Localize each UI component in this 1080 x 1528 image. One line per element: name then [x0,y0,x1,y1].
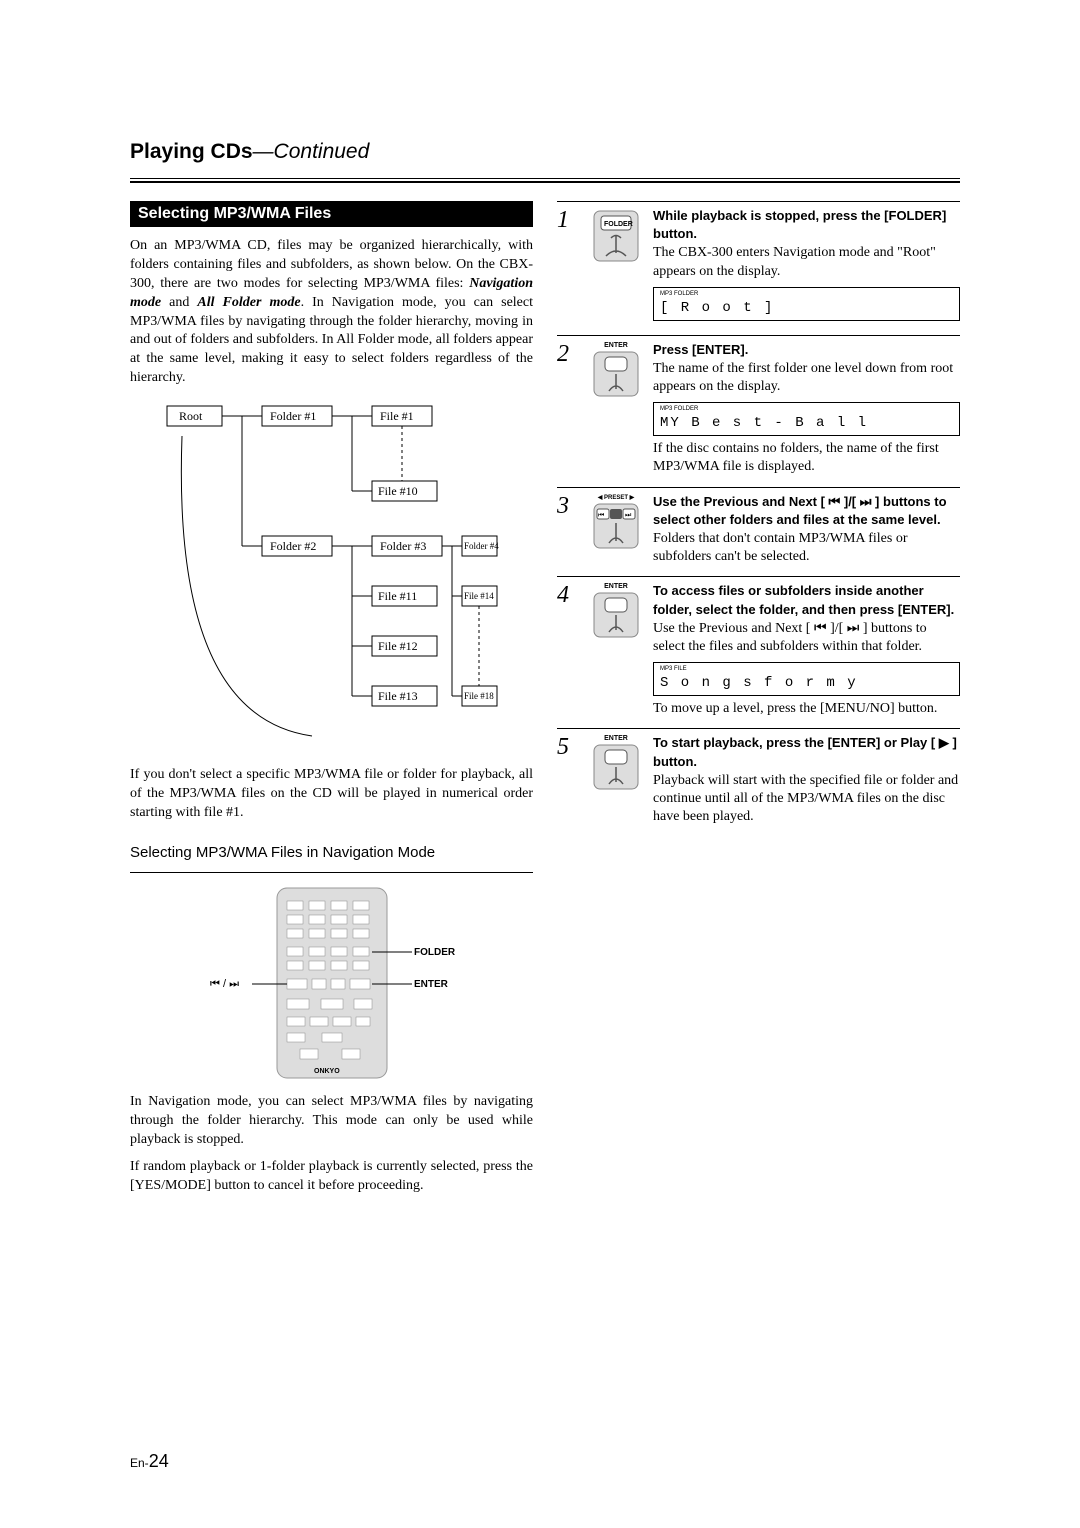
nav-para-2: If random playback or 1-folder playback … [130,1158,533,1196]
reverse-heading: Selecting MP3/WMA Files [130,201,533,227]
folder-button-icon: FOLDER [589,208,643,325]
title-main: Playing CDs [130,140,253,163]
step-bold: Press [ENTER]. [653,342,748,357]
step-number: 1 [557,208,579,325]
svg-text:⏮: ⏮ [598,511,604,519]
step-body: Use the Previous and Next [ ⏮ ]/[ ⏭ ] bu… [653,621,927,654]
svg-text:⏭: ⏭ [625,511,632,519]
nav-para-1: In Navigation mode, you can select MP3/W… [130,1093,533,1150]
folder-tree-diagram: .box{fill:#fff;stroke:#000;stroke-width:… [162,396,502,756]
prev-next-buttons-icon: ◀ PRESET ▶ ⏮ ⏭ [589,494,643,567]
step-body: Folders that don't contain MP3/WMA files… [653,531,908,564]
step-after: If the disc contains no folders, the nam… [653,441,939,474]
lcd-display: MP3 FOLDER MY B e s t - B a l l [653,402,960,436]
svg-text:Folder #1: Folder #1 [270,409,316,423]
enter-button-icon: ENTER [589,342,643,477]
step-bold: Use the Previous and Next [ ⏮ ]/[ ⏭ ] bu… [653,494,947,527]
svg-text:FOLDER: FOLDER [414,947,456,958]
step-number: 3 [557,494,579,567]
lcd-display: MP3 FILE S o n g s f o r m y [653,662,960,696]
step-bold: To start playback, press the [ENTER] or … [653,735,957,768]
step-number: 2 [557,342,579,477]
lcd-display: MP3 FOLDER [ R o o t ] [653,287,960,321]
step-bold: While playback is stopped, press the [FO… [653,208,946,241]
svg-text:File #10: File #10 [378,484,418,498]
remote-diagram: ONKYO ⏮ / ⏭ FOLDER ENTER [182,883,482,1083]
svg-text:⏮ / ⏭: ⏮ / ⏭ [210,978,239,990]
post-tree-paragraph: If you don't select a specific MP3/WMA f… [130,766,533,823]
step-number: 5 [557,735,579,826]
step-body: The CBX-300 enters Navigation mode and "… [653,245,936,278]
step-list: 1 FOLDER While playback is stopped, pres… [557,201,960,836]
svg-text:Folder #3: Folder #3 [380,539,426,553]
svg-text:File #12: File #12 [378,639,418,653]
intro-paragraph: On an MP3/WMA CD, files may be organized… [130,237,533,388]
step-number: 4 [557,583,579,718]
svg-text:ENTER: ENTER [414,979,449,990]
step-5: 5 ENTER To start playback, press the [EN… [557,729,960,836]
title-continued: —Continued [253,140,370,163]
step-2: 2 ENTER Press [ENTER]. The name of the f… [557,336,960,488]
svg-text:ONKYO: ONKYO [314,1068,340,1075]
enter-button-icon: ENTER [589,583,643,718]
step-body: Playback will start with the specified f… [653,773,958,824]
page-title: Playing CDs—Continued [130,140,960,164]
step-3: 3 ◀ PRESET ▶ ⏮ ⏭ [557,488,960,578]
svg-text:Folder #4: Folder #4 [464,541,499,551]
enter-button-icon: ENTER [589,735,643,826]
svg-text:FOLDER: FOLDER [604,221,633,228]
svg-text:File #18: File #18 [464,691,494,701]
svg-text:File #13: File #13 [378,689,418,703]
step-1: 1 FOLDER While playback is stopped, pres… [557,202,960,336]
svg-text:File #14: File #14 [464,591,494,601]
svg-text:File #11: File #11 [378,589,417,603]
svg-text:Root: Root [179,409,203,423]
step-after: To move up a level, press the [MENU/NO] … [653,701,937,716]
page-number: En-24 [130,1451,169,1472]
svg-text:File #1: File #1 [380,409,414,423]
nav-subheading: Selecting MP3/WMA Files in Navigation Mo… [130,843,533,863]
svg-text:Folder #2: Folder #2 [270,539,316,553]
step-bold: To access files or subfolders inside ano… [653,583,954,616]
step-body: The name of the first folder one level d… [653,361,953,394]
step-4: 4 ENTER To access files or subfolders in… [557,577,960,729]
